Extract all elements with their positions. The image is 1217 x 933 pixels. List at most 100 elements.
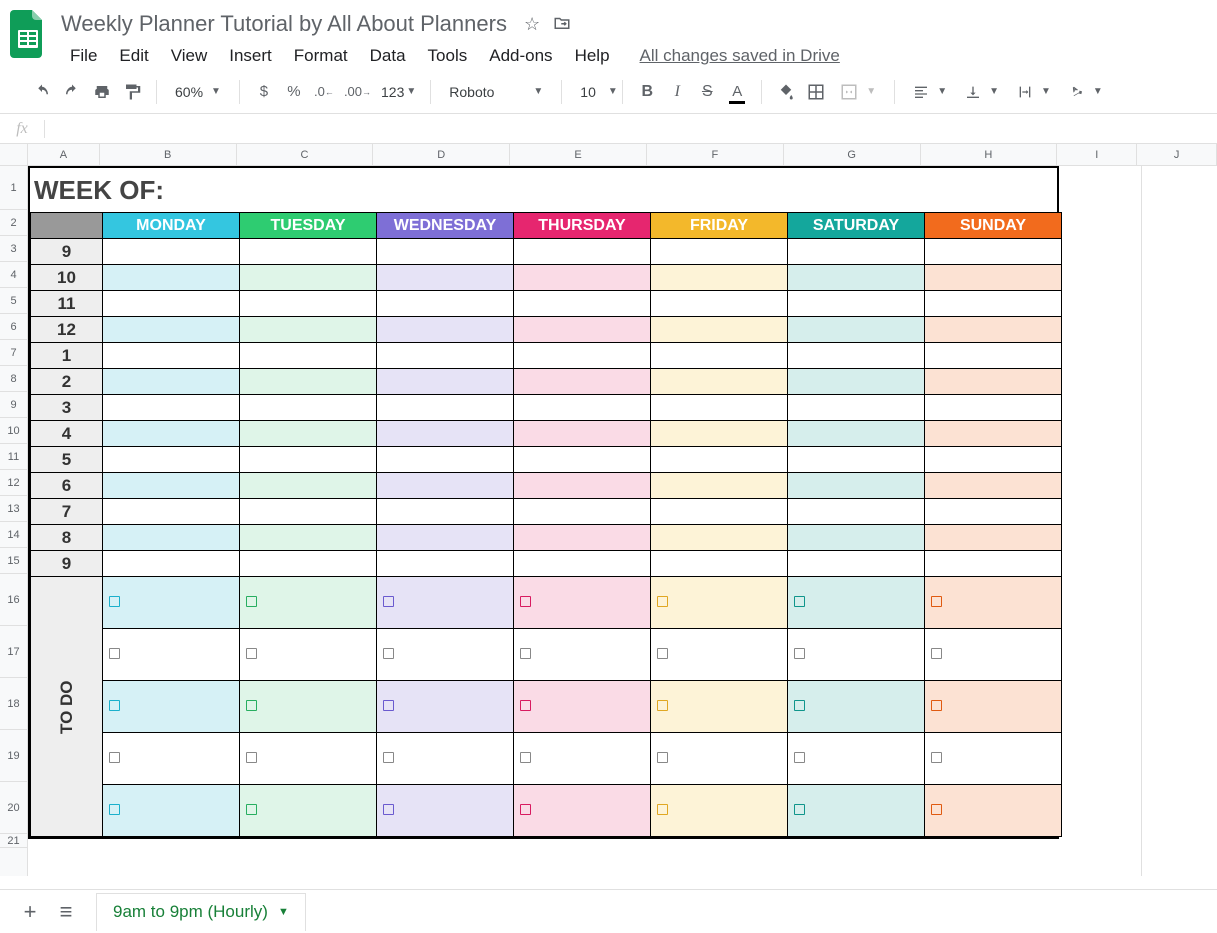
save-status[interactable]: All changes saved in Drive <box>640 46 840 66</box>
cell-thursday-3[interactable] <box>514 395 651 421</box>
cell-friday-8[interactable] <box>651 525 788 551</box>
cell-wednesday-1[interactable] <box>377 343 514 369</box>
cell-thursday-6[interactable] <box>514 473 651 499</box>
row-header-19[interactable]: 19 <box>0 730 27 782</box>
hour-9[interactable]: 9 <box>31 239 103 265</box>
cell-monday-5[interactable] <box>103 447 240 473</box>
todo-sunday-4[interactable] <box>925 785 1062 837</box>
menu-add-ons[interactable]: Add-ons <box>479 42 562 70</box>
checkbox-icon[interactable] <box>246 648 257 659</box>
checkbox-icon[interactable] <box>520 752 531 763</box>
row-header-16[interactable]: 16 <box>0 574 27 626</box>
checkbox-icon[interactable] <box>246 596 257 607</box>
hour-6[interactable]: 6 <box>31 473 103 499</box>
cell-sunday-3[interactable] <box>925 395 1062 421</box>
todo-friday-4[interactable] <box>651 785 788 837</box>
col-header-D[interactable]: D <box>373 144 510 165</box>
fill-color-button[interactable] <box>772 78 800 106</box>
todo-monday-3[interactable] <box>103 733 240 785</box>
menu-insert[interactable]: Insert <box>219 42 282 70</box>
menu-help[interactable]: Help <box>565 42 620 70</box>
cell-sunday-2[interactable] <box>925 369 1062 395</box>
todo-sunday-3[interactable] <box>925 733 1062 785</box>
hour-9[interactable]: 9 <box>31 551 103 577</box>
todo-wednesday-0[interactable] <box>377 577 514 629</box>
todo-saturday-0[interactable] <box>788 577 925 629</box>
cell-tuesday-3[interactable] <box>240 395 377 421</box>
cell-friday-11[interactable] <box>651 291 788 317</box>
borders-button[interactable] <box>802 78 830 106</box>
cell-wednesday-3[interactable] <box>377 395 514 421</box>
todo-saturday-4[interactable] <box>788 785 925 837</box>
cell-tuesday-9[interactable] <box>240 239 377 265</box>
row-header-15[interactable]: 15 <box>0 548 27 574</box>
hour-7[interactable]: 7 <box>31 499 103 525</box>
row-header-11[interactable]: 11 <box>0 444 27 470</box>
cell-friday-10[interactable] <box>651 265 788 291</box>
todo-tuesday-4[interactable] <box>240 785 377 837</box>
todo-thursday-3[interactable] <box>514 733 651 785</box>
cell-thursday-9[interactable] <box>514 239 651 265</box>
print-button[interactable] <box>88 78 116 106</box>
cell-sunday-5[interactable] <box>925 447 1062 473</box>
col-header-G[interactable]: G <box>784 144 921 165</box>
currency-button[interactable]: $ <box>250 78 278 106</box>
cell-thursday-10[interactable] <box>514 265 651 291</box>
day-header-tuesday[interactable]: TUESDAY <box>240 213 377 239</box>
cell-saturday-11[interactable] <box>788 291 925 317</box>
cell-monday-12[interactable] <box>103 317 240 343</box>
cell-tuesday-9[interactable] <box>240 551 377 577</box>
cell-friday-6[interactable] <box>651 473 788 499</box>
cell-wednesday-6[interactable] <box>377 473 514 499</box>
row-header-3[interactable]: 3 <box>0 236 27 262</box>
text-rotation-select[interactable]: ▼ <box>1061 78 1111 106</box>
zoom-select[interactable]: 60%▼ <box>167 78 229 106</box>
checkbox-icon[interactable] <box>109 596 120 607</box>
checkbox-icon[interactable] <box>246 804 257 815</box>
day-header-monday[interactable]: MONDAY <box>103 213 240 239</box>
formula-input[interactable] <box>45 121 1217 137</box>
cell-monday-2[interactable] <box>103 369 240 395</box>
checkbox-icon[interactable] <box>794 804 805 815</box>
cell-saturday-8[interactable] <box>788 525 925 551</box>
todo-friday-1[interactable] <box>651 629 788 681</box>
font-size-select[interactable]: 10▼ <box>572 78 612 106</box>
cell-wednesday-11[interactable] <box>377 291 514 317</box>
row-header-2[interactable]: 2 <box>0 210 27 236</box>
checkbox-icon[interactable] <box>383 596 394 607</box>
cell-friday-2[interactable] <box>651 369 788 395</box>
checkbox-icon[interactable] <box>657 804 668 815</box>
checkbox-icon[interactable] <box>520 700 531 711</box>
cell-wednesday-2[interactable] <box>377 369 514 395</box>
todo-monday-1[interactable] <box>103 629 240 681</box>
todo-sunday-1[interactable] <box>925 629 1062 681</box>
checkbox-icon[interactable] <box>794 648 805 659</box>
day-header-thursday[interactable]: THURSDAY <box>514 213 651 239</box>
checkbox-icon[interactable] <box>657 648 668 659</box>
hour-12[interactable]: 12 <box>31 317 103 343</box>
todo-friday-2[interactable] <box>651 681 788 733</box>
row-header-4[interactable]: 4 <box>0 262 27 288</box>
todo-sunday-2[interactable] <box>925 681 1062 733</box>
hour-4[interactable]: 4 <box>31 421 103 447</box>
cell-sunday-9[interactable] <box>925 551 1062 577</box>
todo-tuesday-2[interactable] <box>240 681 377 733</box>
row-header-10[interactable]: 10 <box>0 418 27 444</box>
cell-sunday-9[interactable] <box>925 239 1062 265</box>
day-header-sunday[interactable]: SUNDAY <box>925 213 1062 239</box>
menu-format[interactable]: Format <box>284 42 358 70</box>
checkbox-icon[interactable] <box>520 804 531 815</box>
text-wrap-select[interactable]: ▼ <box>1009 78 1059 106</box>
row-header-9[interactable]: 9 <box>0 392 27 418</box>
day-header-wednesday[interactable]: WEDNESDAY <box>377 213 514 239</box>
text-color-button[interactable]: A <box>723 78 751 106</box>
cell-thursday-2[interactable] <box>514 369 651 395</box>
col-header-C[interactable]: C <box>237 144 374 165</box>
checkbox-icon[interactable] <box>383 804 394 815</box>
cell-wednesday-10[interactable] <box>377 265 514 291</box>
checkbox-icon[interactable] <box>246 752 257 763</box>
checkbox-icon[interactable] <box>657 596 668 607</box>
hour-10[interactable]: 10 <box>31 265 103 291</box>
checkbox-icon[interactable] <box>109 700 120 711</box>
horizontal-align-select[interactable]: ▼ <box>905 78 955 106</box>
